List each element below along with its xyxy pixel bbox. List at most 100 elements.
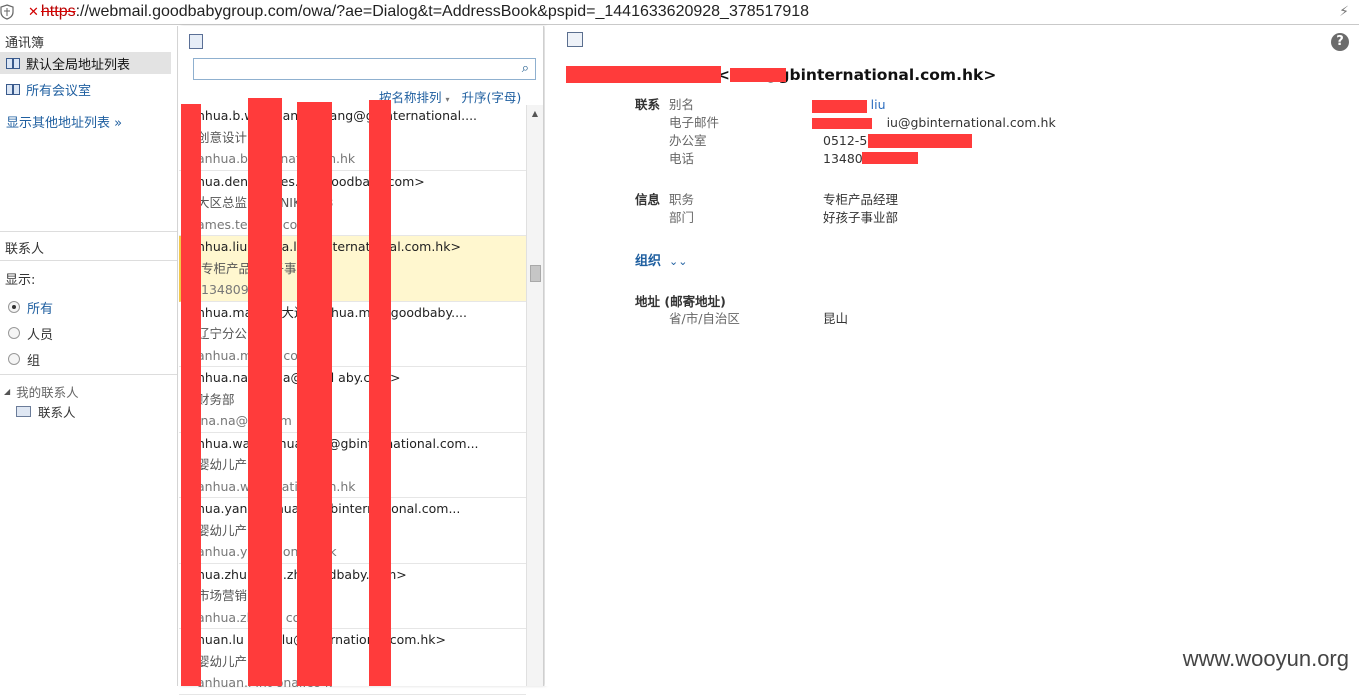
filter-section: 显示: 所有 人员 组 [0, 260, 177, 372]
lightning-icon[interactable]: ⚡ [1339, 4, 1349, 20]
list-item[interactable]: nhua.ma 华 ( 大连) anhua.ma@goodbaby.... 辽宁分… [179, 302, 526, 367]
tree-label: 联系人 [38, 404, 76, 420]
scroll-up-icon[interactable]: ▲ [527, 105, 543, 118]
detail-row: 信息 职务 专柜产品经理 [635, 191, 898, 209]
sort-order-toggle[interactable]: 升序(字母) [462, 87, 522, 106]
address-book-icon[interactable] [189, 34, 203, 49]
nav-header: 通讯簿 [5, 36, 45, 51]
list-item-line3: anhua.m ood com [197, 347, 310, 363]
list-scrollbar[interactable]: ▲ [526, 105, 543, 686]
shield-icon [0, 4, 14, 20]
show-label: 显示: [5, 273, 36, 288]
list-item-line2: 市场营销 [197, 588, 248, 603]
url-text[interactable]: https://webmail.goodbabygroup.com/owa/?a… [41, 3, 809, 21]
contact-detail-pane: ? < .liu@gbinternational.com.hk> 联系 别名 li… [545, 26, 1359, 686]
list-item[interactable]: nhua.b.wa 建 anhua. ang@gbinternational..… [179, 105, 526, 171]
list-item-line1: hua.zhu 华 ua.zhu oodbaby.com> [197, 566, 407, 582]
redaction-bar [297, 102, 332, 686]
detail-row: 电话 134809 [635, 150, 1056, 168]
section-heading: 联系 [635, 97, 661, 112]
redaction-bar [369, 100, 391, 686]
organization-toggle[interactable]: 组织 ⌄⌄ [635, 250, 687, 269]
filter-label: 人员 [27, 327, 54, 343]
search-icon[interactable]: ⌕ [522, 61, 529, 76]
detail-row: 省/市/自治区 昆山 [635, 310, 848, 328]
address-book-nav: 通讯簿 默认全局地址列表 所有会议室 显示其他地址列表 » 联系人 显示: 所有… [0, 26, 178, 686]
redaction-bar [812, 118, 872, 129]
tree-contacts[interactable]: 联系人 [0, 401, 177, 421]
nav-item-all-rooms[interactable]: 所有会议室 [0, 78, 177, 100]
search-input[interactable]: ⌕ [193, 58, 536, 80]
list-item-line2: 婴幼儿产 [197, 457, 248, 472]
field-key: 职务 [669, 192, 695, 207]
watermark: www.wooyun.org [1182, 646, 1349, 671]
list-item[interactable]: hua.zhu 华 ua.zhu oodbaby.com> 市场营销 anhua.z… [179, 564, 526, 629]
section-heading [635, 150, 669, 168]
list-item-line2: 财务部 [197, 391, 235, 407]
contacts-header: 联系人 [5, 242, 45, 257]
list-item-line3: ames.ten oo .com [197, 216, 310, 232]
field-value: 好孩子事业部 [823, 210, 899, 225]
list-item-line1: hua.den 华 mes.ten goodbaby.com> [197, 173, 425, 189]
url-rest: ://webmail.goodbabygroup.com/owa/?ae=Dia… [75, 3, 810, 20]
redaction-bar [730, 68, 786, 82]
redaction-bar [812, 100, 867, 113]
detail-row: 部门 好孩子事业部 [635, 209, 898, 227]
url-protocol: https [40, 3, 76, 20]
address-list-pane: ⌕ 按名称排列 ▾ 升序(字母) nhua.b.wa 建 anhua. ang@… [179, 26, 544, 695]
filter-label: 所有 [27, 301, 54, 317]
help-icon[interactable]: ? [1331, 33, 1349, 51]
redaction-bar [248, 98, 282, 686]
list-toolbar [179, 26, 543, 54]
list-item[interactable]: nhua.liu ... < a.liu@g ternational.com.h… [179, 236, 526, 302]
section-heading: 信息 [635, 192, 661, 207]
list-item[interactable]: huan.lu < an.lu@g ternational.com.hk> 婴幼儿… [179, 629, 526, 695]
redaction-bar [181, 104, 201, 686]
nav-item-global-address-list[interactable]: 默认全局地址列表 [0, 52, 171, 74]
filter-groups-radio[interactable]: 组 [0, 346, 177, 372]
field-key: 部门 [669, 210, 695, 225]
tree-my-contacts[interactable]: ◢ 我的联系人 [0, 381, 177, 401]
field-value: 昆山 [823, 311, 849, 326]
list-item-line2: 婴幼儿产 [197, 653, 248, 669]
detail-row: 办公室 0512-57 [635, 132, 1056, 150]
certificate-error-icon[interactable]: ✕ [28, 5, 39, 20]
list-item[interactable]: hua.yang 华 hua.ya gbinternational.com...… [179, 498, 526, 564]
nav-item-label: 默认全局地址列表 [26, 57, 131, 73]
list-item-line3: 1348090 8 [201, 282, 269, 297]
list-item-line3: anhua.ya bi tional. .hk [197, 544, 337, 559]
address-heading: 地址 (邮寄地址) [635, 294, 726, 309]
radio-icon [8, 327, 20, 339]
field-key: 别名 [669, 97, 695, 112]
filter-people-radio[interactable]: 人员 [0, 320, 177, 346]
scroll-thumb[interactable] [530, 265, 541, 282]
list-item-line1: nhua.liu ... < a.liu@g ternational.com.h… [197, 239, 461, 254]
list-item-line1: hua.yang 华 hua.ya gbinternational.com... [197, 501, 461, 516]
list-item-line2: 大区总监 上海 NIKE事 3 [197, 195, 334, 210]
contact-list: nhua.b.wa 建 anhua. ang@gbinternational..… [179, 105, 526, 695]
address-section: 省/市/自治区 昆山 [635, 310, 848, 328]
section-heading [635, 310, 669, 328]
contact-card-icon [16, 405, 31, 417]
contact-photo-icon [567, 32, 583, 47]
list-item-line3: anhuan.l int onal.co k [197, 675, 332, 690]
list-item[interactable]: nhua.wan 华 hua.wa @gbinternational.com..… [179, 433, 526, 498]
list-item-line2: 辽宁分公司 [197, 326, 260, 341]
field-key: 电话 [669, 151, 695, 166]
my-contacts-tree: ◢ 我的联系人 联系人 [0, 374, 177, 421]
list-item[interactable]: nhua.na 美 < a@good aby.com> 财务部 ina.na@g a… [179, 367, 526, 433]
show-other-lists-label: 显示其他地址列表 [6, 116, 111, 131]
field-key: 办公室 [669, 133, 707, 148]
address-bar[interactable]: ✕ https://webmail.goodbabygroup.com/owa/… [0, 0, 1359, 25]
info-section: 信息 职务 专柜产品经理 部门 好孩子事业部 [635, 191, 898, 227]
show-other-lists-link[interactable]: 显示其他地址列表 » [0, 112, 177, 131]
expand-triangle-icon[interactable]: ◢ [4, 387, 10, 396]
filter-all-radio[interactable]: 所有 [0, 294, 177, 320]
radio-icon [8, 353, 20, 365]
address-book-icon [6, 83, 20, 95]
list-item-line1: nhua.b.wa 建 anhua. ang@gbinternational..… [197, 108, 478, 123]
tree-label: 我的联系人 [16, 384, 79, 400]
section-heading [635, 132, 669, 150]
list-item[interactable]: hua.den 华 mes.ten goodbaby.com> 大区总监 上海 N… [179, 171, 526, 236]
section-heading [635, 209, 669, 227]
